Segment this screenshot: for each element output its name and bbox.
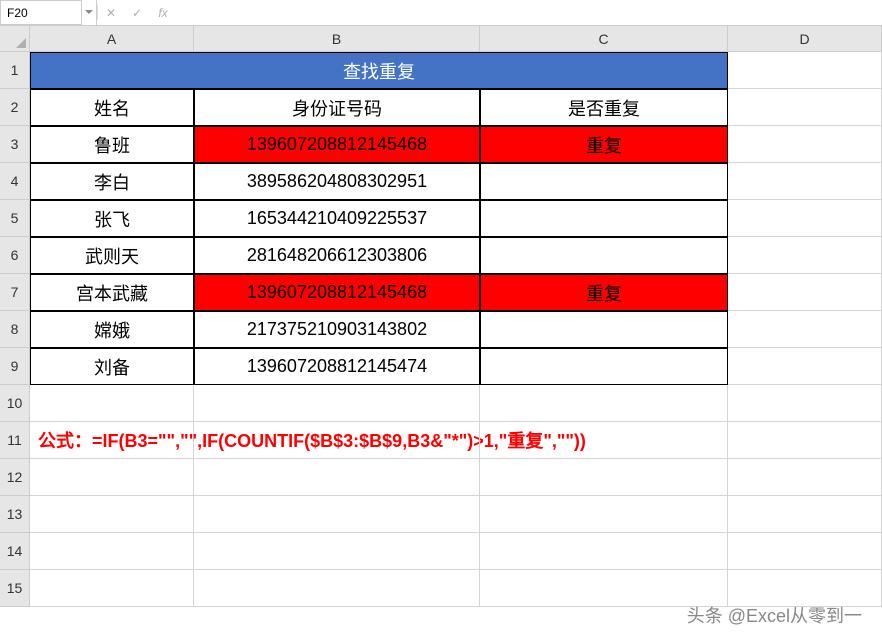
cell-name[interactable]: 刘备 (30, 348, 194, 385)
cell[interactable] (728, 348, 882, 385)
cell[interactable] (728, 459, 882, 496)
cell[interactable] (30, 570, 194, 607)
cell-dup[interactable]: 重复 (480, 274, 728, 311)
col-header-d[interactable]: D (728, 26, 882, 52)
cell[interactable] (480, 459, 728, 496)
cell[interactable] (728, 237, 882, 274)
cell[interactable] (728, 89, 882, 126)
table-row: 李白 389586204808302951 (30, 163, 882, 200)
name-box-dropdown[interactable] (82, 0, 97, 25)
table-row: 武则天 281648206612303806 (30, 237, 882, 274)
cell[interactable] (194, 570, 480, 607)
select-all-button[interactable] (0, 26, 30, 52)
cell-id[interactable]: 139607208812145468 (194, 274, 480, 311)
row-header[interactable]: 4 (0, 163, 30, 200)
cell[interactable] (728, 274, 882, 311)
cell[interactable] (30, 459, 194, 496)
row-header[interactable]: 11 (0, 422, 30, 459)
cell-dup[interactable] (480, 163, 728, 200)
cell-dup[interactable] (480, 348, 728, 385)
table-row: 鲁班 139607208812145468 重复 (30, 126, 882, 163)
row-header[interactable]: 3 (0, 126, 30, 163)
row-header[interactable]: 13 (0, 496, 30, 533)
col-header-a[interactable]: A (30, 26, 194, 52)
cell[interactable] (194, 422, 480, 459)
cell-id[interactable]: 165344210409225537 (194, 200, 480, 237)
row-header[interactable]: 14 (0, 533, 30, 570)
formula-input[interactable] (176, 0, 882, 25)
cell-id[interactable]: 217375210903143802 (194, 311, 480, 348)
watermark: 头条 @Excel从零到一 (687, 602, 862, 628)
enter-icon[interactable]: ✓ (124, 0, 150, 25)
row-header[interactable]: 1 (0, 52, 30, 89)
cell[interactable] (194, 533, 480, 570)
cancel-icon[interactable]: ✕ (98, 0, 124, 25)
cell-name[interactable]: 武则天 (30, 237, 194, 274)
cell-dup[interactable] (480, 237, 728, 274)
cell-id[interactable]: 139607208812145474 (194, 348, 480, 385)
table-row: 刘备 139607208812145474 (30, 348, 882, 385)
header-dup[interactable]: 是否重复 (480, 89, 728, 126)
col-header-b[interactable]: B (194, 26, 480, 52)
title-cell[interactable]: 查找重复 (30, 52, 728, 89)
cell[interactable] (194, 459, 480, 496)
row-header[interactable]: 7 (0, 274, 30, 311)
cell[interactable] (480, 385, 728, 422)
cell[interactable] (30, 385, 194, 422)
row-header[interactable]: 9 (0, 348, 30, 385)
row-header[interactable]: 6 (0, 237, 30, 274)
cell-name[interactable]: 宫本武藏 (30, 274, 194, 311)
cell-dup[interactable]: 重复 (480, 126, 728, 163)
cell[interactable] (194, 496, 480, 533)
row-header[interactable]: 5 (0, 200, 30, 237)
formula-bar: F20 ✕ ✓ fx (0, 0, 882, 26)
col-header-c[interactable]: C (480, 26, 728, 52)
cell[interactable] (30, 496, 194, 533)
cell[interactable] (728, 385, 882, 422)
cells-grid: 查找重复 姓名 身份证号码 是否重复 鲁班 139607208812145468… (30, 52, 882, 607)
cell-name[interactable]: 鲁班 (30, 126, 194, 163)
cell[interactable] (728, 163, 882, 200)
cell-id[interactable]: 281648206612303806 (194, 237, 480, 274)
row-header[interactable]: 2 (0, 89, 30, 126)
cell-name[interactable]: 嫦娥 (30, 311, 194, 348)
column-headers: A B C D (0, 26, 882, 52)
fx-icon[interactable]: fx (150, 0, 176, 25)
table-row: 张飞 165344210409225537 (30, 200, 882, 237)
cell[interactable] (728, 422, 882, 459)
cell[interactable] (30, 533, 194, 570)
formula-text[interactable]: 公式：=IF(B3="","",IF(COUNTIF($B$3:$B$9,B3&… (30, 422, 194, 459)
header-id[interactable]: 身份证号码 (194, 89, 480, 126)
cell[interactable] (728, 126, 882, 163)
name-box[interactable]: F20 (0, 0, 82, 25)
cell[interactable] (728, 311, 882, 348)
row-header[interactable]: 12 (0, 459, 30, 496)
row-header[interactable]: 8 (0, 311, 30, 348)
cell[interactable] (480, 496, 728, 533)
cell-name[interactable]: 李白 (30, 163, 194, 200)
row-headers: 1 2 3 4 5 6 7 8 9 10 11 12 13 14 15 (0, 52, 30, 607)
cell-dup[interactable] (480, 200, 728, 237)
cell[interactable] (728, 200, 882, 237)
cell-id[interactable]: 389586204808302951 (194, 163, 480, 200)
cell[interactable] (480, 533, 728, 570)
cell[interactable] (728, 496, 882, 533)
cell[interactable] (194, 385, 480, 422)
table-row: 嫦娥 217375210903143802 (30, 311, 882, 348)
row-header[interactable]: 15 (0, 570, 30, 607)
cell[interactable] (728, 52, 882, 89)
cell[interactable] (480, 422, 728, 459)
header-name[interactable]: 姓名 (30, 89, 194, 126)
cell[interactable] (728, 533, 882, 570)
row-header[interactable]: 10 (0, 385, 30, 422)
table-row: 宫本武藏 139607208812145468 重复 (30, 274, 882, 311)
cell-name[interactable]: 张飞 (30, 200, 194, 237)
cell-id[interactable]: 139607208812145468 (194, 126, 480, 163)
sheet-area: A B C D 1 2 3 4 5 6 7 8 9 10 11 12 13 14 (0, 26, 882, 640)
cell-dup[interactable] (480, 311, 728, 348)
